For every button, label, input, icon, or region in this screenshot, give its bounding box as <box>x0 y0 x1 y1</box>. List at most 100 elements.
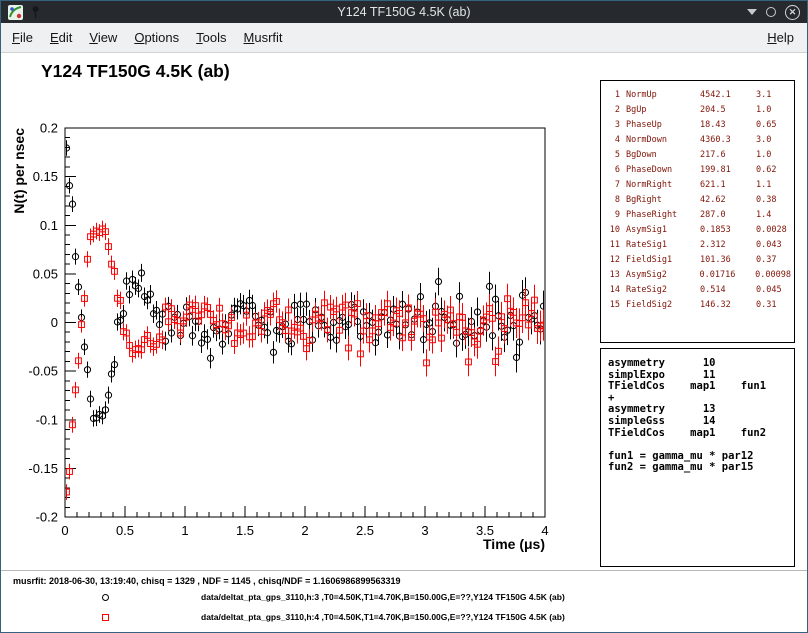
param-value: 101.36 <box>700 253 756 268</box>
maximize-icon[interactable] <box>766 7 776 17</box>
param-name: FieldSig2 <box>626 298 700 313</box>
param-row-RateSig1: 11RateSig12.3120.043 <box>604 238 791 253</box>
param-value: 204.5 <box>700 103 756 118</box>
param-name: PhaseRight <box>626 208 700 223</box>
param-value: 4360.3 <box>700 133 756 148</box>
param-name: RateSig2 <box>626 283 700 298</box>
param-error: 0.62 <box>756 163 791 178</box>
menu-item-options[interactable]: Options <box>134 30 179 45</box>
svg-text:1.5: 1.5 <box>236 523 254 538</box>
fit-stats: musrfit: 2018-06-30, 13:19:40, chisq = 1… <box>13 576 400 586</box>
menu-item-view[interactable]: View <box>89 30 117 45</box>
fit-parameter-box[interactable]: 1NormUp4542.13.12BgUp204.51.03PhaseUp18.… <box>600 80 795 343</box>
root-canvas[interactable]: Y124 TF150G 4.5K (ab) Time (μs) N(t) per… <box>1 53 807 632</box>
param-error: 0.045 <box>756 283 791 298</box>
svg-text:0.05: 0.05 <box>33 266 58 281</box>
svg-text:0: 0 <box>51 315 58 330</box>
param-value: 4542.1 <box>700 88 756 103</box>
app-icon[interactable] <box>8 5 23 20</box>
svg-text:0.15: 0.15 <box>33 169 58 184</box>
menu-item-tools[interactable]: Tools <box>196 30 226 45</box>
square-marker-icon <box>102 614 109 621</box>
svg-text:4: 4 <box>541 523 548 538</box>
param-name: BgUp <box>626 103 700 118</box>
param-row-NormRight: 7NormRight621.11.1 <box>604 178 791 193</box>
svg-text:-0.2: -0.2 <box>36 510 58 525</box>
param-idx: 12 <box>604 253 620 268</box>
circle-marker-icon <box>102 594 109 601</box>
menu-bar: File Edit View Options Tools Musrfit Help <box>1 23 807 53</box>
theory-line: simpleGss 14 <box>608 416 787 428</box>
param-row-BgRight: 8BgRight42.620.38 <box>604 193 791 208</box>
param-row-AsymSig1: 10AsymSig10.18530.0028 <box>604 223 791 238</box>
param-row-NormUp: 1 NormUp4542.13.1 <box>604 88 791 103</box>
param-value: 217.6 <box>700 148 756 163</box>
theory-box[interactable]: asymmetry 10simplExpo 11TFieldCos map1 f… <box>600 348 795 567</box>
svg-text:3.5: 3.5 <box>476 523 494 538</box>
param-row-FieldSig1: 12FieldSig1101.360.37 <box>604 253 791 268</box>
svg-text:2.5: 2.5 <box>356 523 374 538</box>
param-name: FieldSig1 <box>626 253 700 268</box>
plot-canvas[interactable]: Y124 TF150G 4.5K (ab) Time (μs) N(t) per… <box>1 53 597 568</box>
param-row-RateSig2: 14RateSig20.5140.045 <box>604 283 791 298</box>
param-value: 18.43 <box>700 118 756 133</box>
param-idx: 6 <box>604 163 620 178</box>
param-idx: 10 <box>604 223 620 238</box>
svg-text:-0.15: -0.15 <box>28 461 58 476</box>
param-error: 3.0 <box>756 133 791 148</box>
theory-line: asymmetry 10 <box>608 358 787 370</box>
param-error: 3.1 <box>756 88 791 103</box>
svg-text:0: 0 <box>61 523 68 538</box>
param-error: 1.0 <box>756 103 791 118</box>
param-idx: 1 <box>604 88 620 103</box>
param-value: 621.1 <box>700 178 756 193</box>
menu-item-edit[interactable]: Edit <box>50 30 72 45</box>
svg-text:-0.05: -0.05 <box>28 364 58 379</box>
fit-parameter-rows: 1NormUp4542.13.12BgUp204.51.03PhaseUp18.… <box>604 88 791 313</box>
theory-line: TFieldCos map1 fun2 <box>608 428 787 440</box>
param-error: 0.31 <box>756 298 791 313</box>
param-error: 0.00098 <box>755 268 791 283</box>
legend-item: data/deltat_pta_gps_3110,h:3 ,T0=4.50K,T… <box>1 592 808 606</box>
y-axis-label: N(t) per nsec <box>11 128 27 214</box>
menu-item-musrfit[interactable]: Musrfit <box>244 30 283 45</box>
param-name: BgDown <box>626 148 700 163</box>
param-idx: 11 <box>604 238 620 253</box>
theory-line: TFieldCos map1 fun1 <box>608 381 787 393</box>
param-name: BgRight <box>626 193 700 208</box>
param-row-BgDown: 5 BgDown217.61.0 <box>604 148 791 163</box>
param-row-AsymSig2: 13AsymSig20.017160.00098 <box>604 268 791 283</box>
data-series-circle <box>63 140 546 426</box>
x-axis-label: Time (μs) <box>483 536 545 552</box>
param-idx: 2 <box>604 103 620 118</box>
close-icon[interactable]: ✕ <box>785 5 800 20</box>
legend-item: data/deltat_pta_gps_3110,h:4 ,T0=4.50K,T… <box>1 612 808 626</box>
param-idx: 9 <box>604 208 620 223</box>
param-value: 0.01716 <box>699 268 755 283</box>
param-value: 42.62 <box>700 193 756 208</box>
param-error: 0.65 <box>756 118 791 133</box>
param-idx: 5 <box>604 148 620 163</box>
param-error: 1.4 <box>756 208 791 223</box>
app-window: Y124 TF150G 4.5K (ab) ✕ File Edit View Opti… <box>0 0 808 633</box>
svg-text:1: 1 <box>181 523 188 538</box>
svg-text:2: 2 <box>301 523 308 538</box>
svg-text:0.5: 0.5 <box>116 523 134 538</box>
param-name: PhaseUp <box>626 118 700 133</box>
param-name: RateSig1 <box>626 238 700 253</box>
menu-item-help[interactable]: Help <box>767 30 794 45</box>
param-value: 199.81 <box>700 163 756 178</box>
param-name: NormDown <box>626 133 700 148</box>
plot-title: Y124 TF150G 4.5K (ab) <box>41 61 230 81</box>
chevron-down-icon[interactable] <box>747 9 757 15</box>
param-error: 0.0028 <box>756 223 791 238</box>
param-name: NormRight <box>626 178 700 193</box>
pin-icon[interactable] <box>30 5 41 20</box>
menu-item-file[interactable]: File <box>12 30 33 45</box>
theory-line <box>608 439 787 451</box>
title-bar[interactable]: Y124 TF150G 4.5K (ab) ✕ <box>1 1 807 23</box>
param-error: 1.0 <box>756 148 791 163</box>
param-idx: 14 <box>604 283 620 298</box>
param-name: NormUp <box>626 88 700 103</box>
menu-items: File Edit View Options Tools Musrfit <box>12 30 283 45</box>
